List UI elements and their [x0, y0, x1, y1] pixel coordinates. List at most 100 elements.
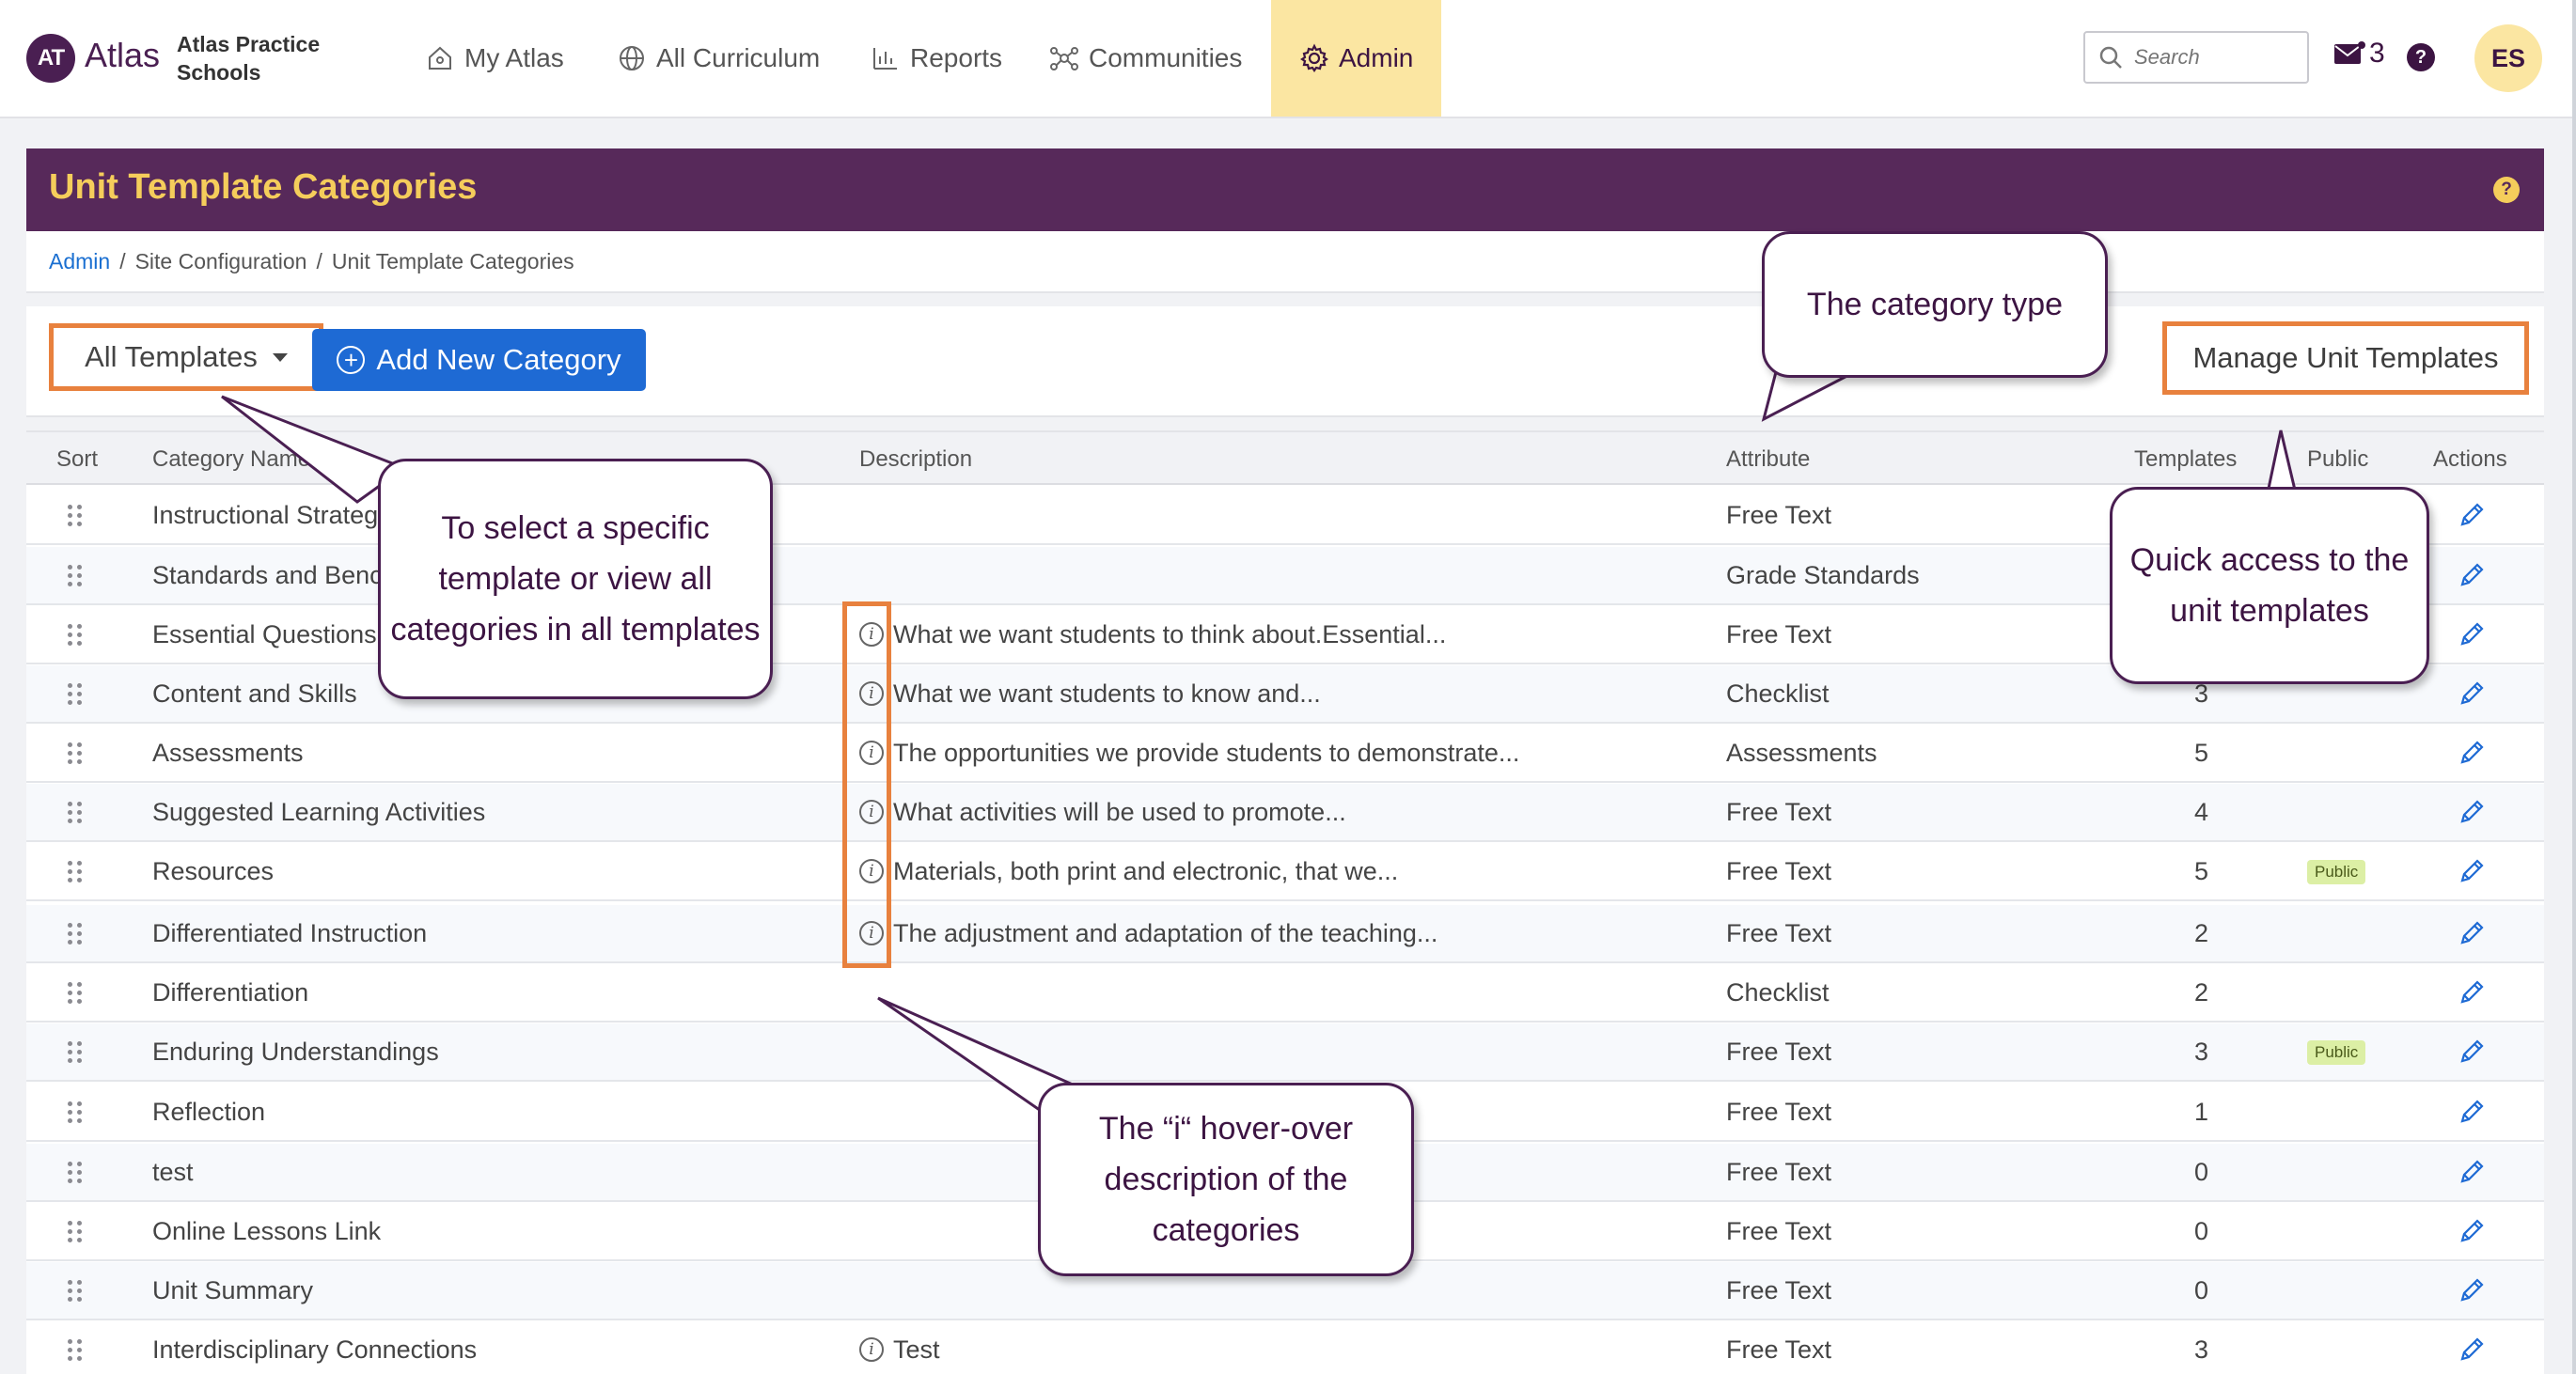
callout-select-template-text: To select a specific template or view al… [390, 510, 761, 648]
drag-handle-icon[interactable] [68, 1280, 82, 1303]
column-header-description[interactable]: Description [859, 446, 972, 473]
category-name: Reflection [152, 1098, 266, 1126]
drag-handle-icon[interactable] [68, 1221, 82, 1243]
column-header-attribute[interactable]: Attribute [1726, 446, 1810, 473]
callout-hover-description: The “i“ hover-over description of the ca… [1038, 1083, 1414, 1276]
drag-handle-icon[interactable] [68, 565, 82, 587]
column-header-public[interactable]: Public [2307, 446, 2368, 473]
avatar[interactable]: ES [2474, 24, 2542, 92]
edit-button[interactable] [2458, 679, 2486, 714]
edit-button[interactable] [2458, 798, 2486, 833]
drag-handle-icon[interactable] [68, 923, 82, 945]
template-count: 2 [2194, 919, 2209, 947]
drag-handle-icon[interactable] [68, 1162, 82, 1184]
category-description: The adjustment and adaptation of the tea… [893, 919, 1438, 947]
breadcrumb-separator: / [119, 248, 126, 273]
network-icon [1050, 47, 1078, 70]
help-icon[interactable]: ? [2407, 43, 2435, 71]
breadcrumb-admin-link[interactable]: Admin [49, 249, 110, 274]
edit-button[interactable] [2458, 1217, 2486, 1252]
category-description: The opportunities we provide students to… [893, 739, 1520, 767]
edit-button[interactable] [2458, 978, 2486, 1013]
nav-communities[interactable]: Communities [1049, 0, 1242, 117]
drag-handle-icon[interactable] [68, 1041, 82, 1064]
edit-button[interactable] [2458, 561, 2486, 596]
category-attribute: Free Text [1726, 919, 1832, 947]
category-name: Interdisciplinary Connections [152, 1335, 478, 1364]
search-box[interactable] [2083, 31, 2309, 84]
nav-my-atlas-label: My Atlas [464, 43, 564, 72]
page-help-icon[interactable]: ? [2493, 177, 2520, 203]
search-input[interactable] [2134, 45, 2294, 70]
column-header-sort[interactable]: Sort [56, 446, 98, 473]
atlas-logo-icon[interactable]: AT [26, 34, 75, 83]
info-icons-highlight [842, 601, 891, 968]
edit-button[interactable] [2458, 1158, 2486, 1193]
search-icon [2099, 46, 2122, 69]
edit-button[interactable] [2458, 1038, 2486, 1072]
table-row[interactable]: Assessments i The opportunities we provide… [26, 725, 2544, 783]
table-row[interactable]: Differentiated Instruction i The adjustmen… [26, 905, 2544, 963]
edit-button[interactable] [2458, 1276, 2486, 1311]
callout-hover-description-text: The “i“ hover-over description of the ca… [1098, 1111, 1354, 1248]
nav-communities-label: Communities [1089, 43, 1243, 72]
window-scrollbar[interactable] [2572, 0, 2576, 1374]
envelope-icon [2334, 41, 2365, 64]
drag-handle-icon[interactable] [68, 1101, 82, 1124]
pencil-icon [2460, 622, 2484, 646]
add-new-category-button[interactable]: + Add New Category [312, 329, 646, 391]
pencil-icon [2460, 1219, 2484, 1242]
category-attribute: Free Text [1726, 1158, 1832, 1186]
template-count: 3 [2194, 1038, 2209, 1066]
info-icon[interactable]: i [859, 1337, 884, 1362]
pencil-icon [2460, 503, 2484, 526]
top-navigation-bar: AT Atlas Atlas Practice Schools My Atlas… [0, 0, 2576, 118]
drag-handle-icon[interactable] [68, 982, 82, 1005]
template-filter-label: All Templates [85, 340, 258, 373]
pencil-icon [2460, 741, 2484, 764]
pencil-icon [2460, 681, 2484, 705]
breadcrumb: Admin / Site Configuration / Unit Templa… [26, 231, 2544, 293]
table-row[interactable]: Interdisciplinary Connections i Test Free T… [26, 1321, 2544, 1374]
pencil-icon [2460, 921, 2484, 945]
table-row[interactable]: Enduring Understandings Free Text 3 Public [26, 1023, 2544, 1082]
drag-handle-icon[interactable] [68, 802, 82, 824]
table-row[interactable]: Suggested Learning Activities i What activ… [26, 784, 2544, 842]
edit-button[interactable] [2458, 919, 2486, 954]
drag-handle-icon[interactable] [68, 742, 82, 765]
drag-handle-icon[interactable] [68, 624, 82, 647]
template-count: 0 [2194, 1276, 2209, 1304]
manage-unit-templates-button[interactable]: Manage Unit Templates [2162, 321, 2529, 395]
nav-all-curriculum[interactable]: All Curriculum [617, 0, 820, 117]
column-header-templates[interactable]: Templates [2134, 446, 2237, 473]
drag-handle-icon[interactable] [68, 1339, 82, 1362]
pencil-icon [2460, 800, 2484, 823]
app-name[interactable]: Atlas [85, 36, 160, 75]
breadcrumb-site-configuration[interactable]: Site Configuration [135, 249, 307, 274]
pencil-icon [2460, 859, 2484, 882]
drag-handle-icon[interactable] [68, 505, 82, 527]
category-attribute: Checklist [1726, 679, 1830, 708]
mail-button[interactable]: 3 [2333, 38, 2385, 70]
table-row[interactable]: Differentiation Checklist 2 [26, 964, 2544, 1023]
edit-button[interactable] [2458, 857, 2486, 892]
template-filter-dropdown[interactable]: All Templates [49, 323, 323, 391]
drag-handle-icon[interactable] [68, 861, 82, 883]
nav-my-atlas[interactable]: My Atlas [425, 0, 564, 117]
edit-button[interactable] [2458, 501, 2486, 536]
category-description: Materials, both print and electronic, th… [893, 857, 1399, 885]
category-name: Resources [152, 857, 275, 885]
category-description: What activities will be used to promote.… [893, 798, 1346, 826]
edit-button[interactable] [2458, 739, 2486, 773]
edit-button[interactable] [2458, 1335, 2486, 1370]
drag-handle-icon[interactable] [68, 683, 82, 706]
category-attribute: Grade Standards [1726, 561, 1920, 589]
nav-all-curriculum-label: All Curriculum [656, 43, 821, 72]
table-row[interactable]: Resources i Materials, both print and elec… [26, 843, 2544, 901]
nav-admin[interactable]: Admin [1271, 0, 1442, 117]
category-attribute: Free Text [1726, 1038, 1832, 1066]
edit-button[interactable] [2458, 1098, 2486, 1132]
nav-reports[interactable]: Reports [871, 0, 1002, 117]
edit-button[interactable] [2458, 620, 2486, 655]
callout-select-template: To select a specific template or view al… [378, 459, 773, 699]
